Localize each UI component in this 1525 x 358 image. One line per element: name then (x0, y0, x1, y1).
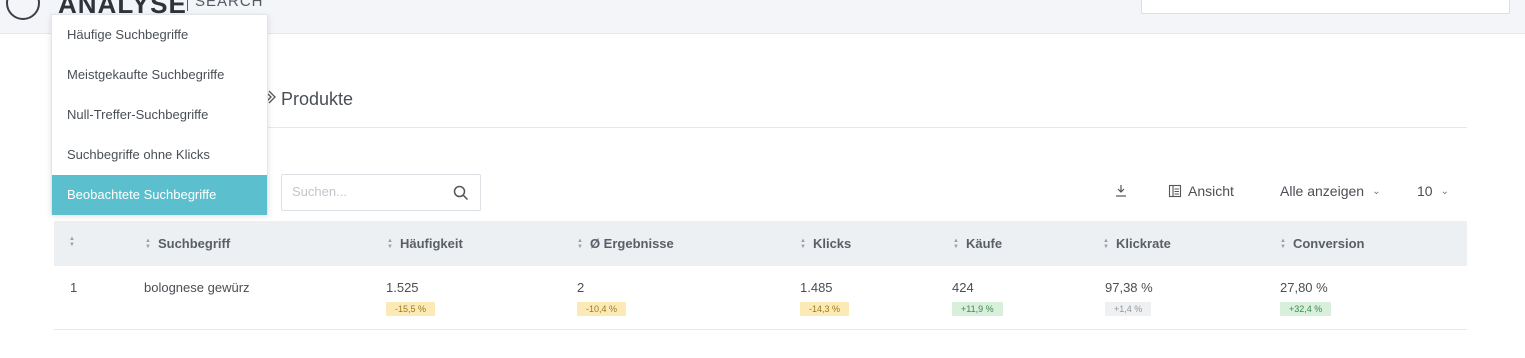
column-header-purchases[interactable]: ▲ ▼ Käufe (953, 236, 1002, 251)
row-term[interactable]: bolognese gewürz (144, 280, 250, 295)
results-change-badge: -10,4 % (577, 302, 627, 316)
column-label: Conversion (1292, 236, 1365, 251)
click-rate-change-badge: +1,4 % (1105, 302, 1152, 316)
logo-subtitle: SEARCH (187, 0, 264, 11)
column-label: Klicks (812, 236, 852, 251)
columns-icon (1168, 184, 1182, 198)
row-results: 2 -10,4 % (577, 280, 627, 316)
chevron-down-icon: ⌄ (1440, 185, 1449, 197)
frequency-change-badge: -15,5 % (386, 302, 436, 316)
row-clicks: 1.485 -14,3 % (800, 280, 850, 316)
table-row[interactable]: 1 bolognese gewürz 1.525 -15,5 % 2 -10,4… (54, 266, 1467, 330)
column-header-frequency[interactable]: ▲ ▼ Häufigkeit (387, 236, 463, 251)
per-page-dropdown[interactable]: 10 ⌄ (1417, 183, 1449, 199)
sort-index-button[interactable]: ▲ ▼ (69, 236, 75, 248)
sort-icon: ▲ ▼ (577, 237, 583, 250)
sort-icon: ▲ ▼ (69, 236, 75, 248)
menu-item-ohne-klicks[interactable]: Suchbegriffe ohne Klicks (52, 135, 267, 175)
menu-item-meistgekaufte[interactable]: Meistgekaufte Suchbegriffe (52, 55, 267, 95)
row-purchases: 424 +11,9 % (952, 280, 1003, 316)
breadcrumb: Produkte (263, 89, 353, 110)
sort-icon: ▲ ▼ (800, 237, 806, 250)
column-label: Ø Ergebnisse (589, 236, 674, 251)
column-label: Käufe (965, 236, 1003, 251)
column-label: Klickrate (1115, 236, 1171, 251)
search-input[interactable] (292, 184, 442, 199)
export-button[interactable] (1114, 183, 1128, 199)
sort-icon: ▲ ▼ (1280, 237, 1286, 250)
column-header-conversion[interactable]: ▲ ▼ Conversion (1280, 236, 1364, 251)
view-button[interactable]: Ansicht (1168, 183, 1234, 199)
global-search-input[interactable] (1141, 0, 1510, 14)
per-page-value: 10 (1417, 183, 1433, 199)
table-header: ▲ ▼ ▲ ▼ Suchbegriff ▲ ▼ Häufigkeit ▲ ▼ Ø Erg… (54, 221, 1467, 266)
sort-icon: ▲ ▼ (1103, 237, 1109, 250)
column-label: Häufigkeit (399, 236, 463, 251)
show-all-label: Alle anzeigen (1280, 183, 1365, 199)
row-frequency: 1.525 -15,5 % (386, 280, 436, 316)
results-value: 2 (577, 280, 585, 295)
conversion-change-badge: +32,4 % (1280, 302, 1332, 316)
clicks-value: 1.485 (800, 280, 833, 295)
show-all-dropdown[interactable]: Alle anzeigen ⌄ (1280, 183, 1380, 199)
column-label: Suchbegriff (157, 236, 231, 251)
frequency-value: 1.525 (386, 280, 419, 295)
chevron-down-icon: ⌄ (1372, 185, 1381, 197)
row-index: 1 (70, 280, 78, 295)
view-label: Ansicht (1188, 183, 1234, 199)
sort-icon: ▲ ▼ (953, 237, 959, 250)
row-click-rate: 97,38 % +1,4 % (1105, 280, 1153, 316)
search-box (281, 174, 481, 211)
download-icon (1116, 185, 1126, 197)
purchases-change-badge: +11,9 % (952, 302, 1003, 316)
purchases-value: 424 (952, 280, 974, 295)
clicks-change-badge: -14,3 % (800, 302, 850, 316)
report-type-menu: Häufige Suchbegriffe Meistgekaufte Suchb… (51, 14, 268, 215)
row-conversion: 27,80 % +32,4 % (1280, 280, 1332, 316)
column-header-results[interactable]: ▲ ▼ Ø Ergebnisse (577, 236, 674, 251)
column-header-click-rate[interactable]: ▲ ▼ Klickrate (1103, 236, 1171, 251)
menu-item-null-treffer[interactable]: Null-Treffer-Suchbegriffe (52, 95, 267, 135)
click-rate-value: 97,38 % (1105, 280, 1153, 295)
column-header-term[interactable]: ▲ ▼ Suchbegriff (145, 236, 230, 251)
search-icon[interactable] (453, 185, 469, 201)
column-header-clicks[interactable]: ▲ ▼ Klicks (800, 236, 851, 251)
sort-icon: ▲ ▼ (145, 237, 151, 250)
logo-icon (6, 0, 40, 20)
sort-icon: ▲ ▼ (387, 237, 393, 250)
menu-item-beobachtete[interactable]: Beobachtete Suchbegriffe (52, 175, 267, 215)
breadcrumb-current[interactable]: Produkte (281, 89, 353, 110)
conversion-value: 27,80 % (1280, 280, 1328, 295)
menu-item-haeufige[interactable]: Häufige Suchbegriffe (52, 15, 267, 55)
